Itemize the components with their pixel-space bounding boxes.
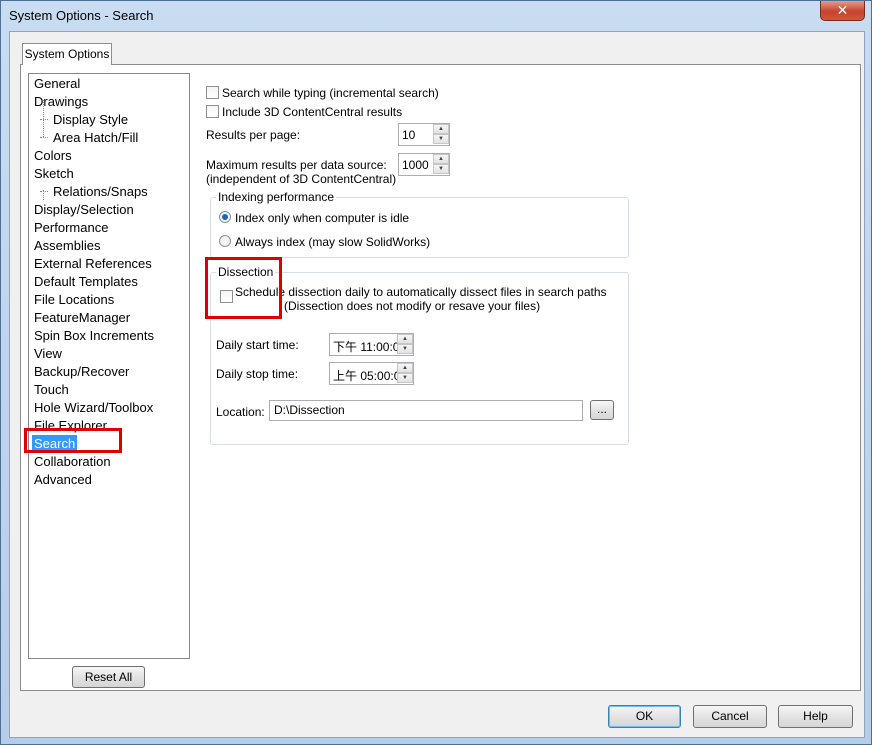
tree-item-relations-snaps[interactable]: Relations/Snaps — [40, 183, 150, 200]
max-results-label: Maximum results per data source: — [206, 158, 387, 172]
tree-item-collaboration[interactable]: Collaboration — [32, 453, 113, 470]
max-results-stepper[interactable]: 1000 ▲ ▼ — [398, 153, 450, 176]
index-idle-label: Index only when computer is idle — [235, 211, 410, 225]
daily-stop-time-value: 上午 05:00:0 — [333, 369, 401, 383]
tree-item-sketch[interactable]: Sketch — [32, 165, 76, 182]
include-3d-contentcentral-checkbox[interactable] — [206, 105, 219, 118]
tree-item-default-templates[interactable]: Default Templates — [32, 273, 140, 290]
tree-item-assemblies[interactable]: Assemblies — [32, 237, 102, 254]
window-title: System Options - Search — [9, 8, 154, 23]
spin-down-icon[interactable]: ▼ — [433, 134, 449, 144]
daily-start-time-value: 下午 11:00:0 — [333, 340, 400, 354]
spin-down-icon[interactable]: ▼ — [433, 164, 449, 174]
results-per-page-stepper[interactable]: 10 ▲ ▼ — [398, 123, 450, 146]
ok-button[interactable]: OK — [608, 705, 681, 728]
title-bar[interactable]: System Options - Search ✕ — [1, 1, 871, 31]
reset-all-button[interactable]: Reset All — [72, 666, 145, 688]
tree-item-file-locations[interactable]: File Locations — [32, 291, 116, 308]
spin-up-icon[interactable]: ▲ — [397, 334, 413, 344]
spin-down-icon[interactable]: ▼ — [397, 373, 413, 383]
tree-item-general[interactable]: General — [32, 75, 82, 92]
daily-start-time-picker[interactable]: 下午 11:00:0 ▲ ▼ — [329, 333, 414, 356]
tree-item-touch[interactable]: Touch — [32, 381, 71, 398]
tree-item-search[interactable]: Search — [32, 435, 78, 452]
schedule-dissection-note: (Dissection does not modify or resave yo… — [284, 299, 541, 313]
indexing-performance-title: Indexing performance — [216, 190, 337, 204]
close-button[interactable]: ✕ — [820, 1, 865, 21]
cancel-button[interactable]: Cancel — [693, 705, 767, 728]
schedule-dissection-label: Schedule dissection daily to automatical… — [235, 285, 607, 299]
tab-system-options[interactable]: System Options — [22, 43, 112, 65]
location-field[interactable]: D:\Dissection — [269, 400, 583, 421]
tree-item-advanced[interactable]: Advanced — [32, 471, 94, 488]
always-index-radio[interactable] — [219, 235, 231, 247]
tree-item-colors[interactable]: Colors — [32, 147, 74, 164]
tree-item-area-hatch-fill[interactable]: Area Hatch/Fill — [40, 129, 140, 146]
tree-item-performance[interactable]: Performance — [32, 219, 110, 236]
max-results-value: 1000 — [402, 158, 429, 172]
browse-button[interactable]: ... — [590, 400, 614, 420]
spin-up-icon[interactable]: ▲ — [397, 363, 413, 373]
help-button[interactable]: Help — [778, 705, 853, 728]
tree-item-label: Relations/Snaps — [53, 184, 148, 199]
tree-item-drawings[interactable]: Drawings — [32, 93, 90, 110]
results-per-page-label: Results per page: — [206, 128, 301, 142]
tree-item-display-style[interactable]: Display Style — [40, 111, 130, 128]
tree-item-hole-wizard-toolbox[interactable]: Hole Wizard/Toolbox — [32, 399, 155, 416]
index-idle-radio[interactable] — [219, 211, 231, 223]
tab-label: System Options — [24, 47, 110, 61]
search-while-typing-label: Search while typing (incremental search) — [222, 86, 439, 100]
search-while-typing-checkbox[interactable] — [206, 86, 219, 99]
tree-item-label: Display Style — [53, 112, 129, 127]
tree-item-label: Area Hatch/Fill — [53, 130, 139, 145]
close-icon: ✕ — [836, 2, 849, 18]
tree-item-display-selection[interactable]: Display/Selection — [32, 201, 136, 218]
dialog-client-area: System Options General Drawings Display … — [9, 31, 865, 738]
tab-panel: General Drawings Display Style Area Hatc… — [20, 64, 861, 691]
include-3d-contentcentral-label: Include 3D ContentCentral results — [222, 105, 403, 119]
spin-up-icon[interactable]: ▲ — [433, 124, 449, 134]
tree-item-featuremanager[interactable]: FeatureManager — [32, 309, 132, 326]
schedule-dissection-checkbox[interactable] — [220, 290, 233, 303]
location-label: Location: — [216, 405, 265, 419]
dissection-title: Dissection — [216, 265, 276, 279]
results-per-page-value: 10 — [402, 128, 416, 142]
daily-stop-time-label: Daily stop time: — [216, 367, 299, 381]
tree-item-backup-recover[interactable]: Backup/Recover — [32, 363, 131, 380]
tree-item-view[interactable]: View — [32, 345, 64, 362]
tree-item-file-explorer[interactable]: File Explorer — [32, 417, 109, 434]
category-tree[interactable]: General Drawings Display Style Area Hatc… — [28, 73, 190, 659]
always-index-label: Always index (may slow SolidWorks) — [235, 235, 431, 249]
tree-item-external-references[interactable]: External References — [32, 255, 154, 272]
max-results-sublabel: (independent of 3D ContentCentral) — [206, 172, 397, 186]
system-options-dialog: System Options - Search ✕ System Options… — [0, 0, 872, 745]
tree-item-spin-box-increments[interactable]: Spin Box Increments — [32, 327, 156, 344]
spin-down-icon[interactable]: ▼ — [397, 344, 413, 354]
spin-up-icon[interactable]: ▲ — [433, 154, 449, 164]
daily-stop-time-picker[interactable]: 上午 05:00:0 ▲ ▼ — [329, 362, 414, 385]
daily-start-time-label: Daily start time: — [216, 338, 299, 352]
